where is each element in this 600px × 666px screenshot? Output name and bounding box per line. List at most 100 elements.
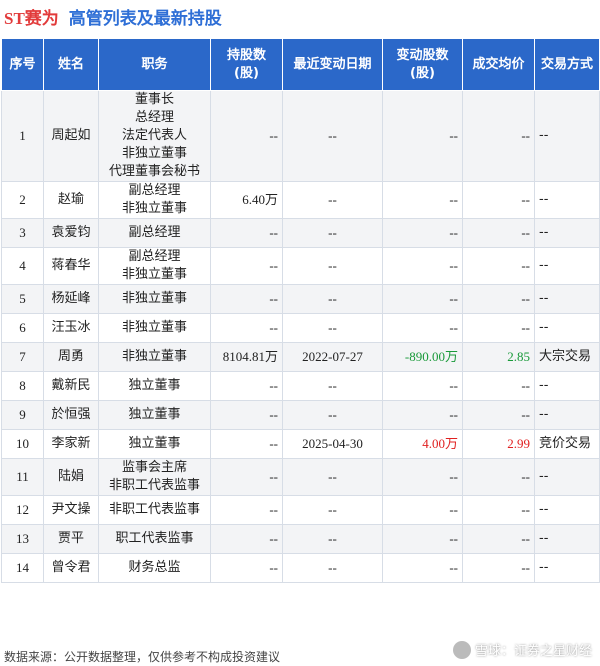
last-change-date: -- [282, 247, 383, 285]
executive-role: 独立董事 [98, 429, 211, 459]
executive-role: 独立董事 [98, 400, 211, 430]
shares-changed: -- [382, 181, 463, 219]
row-index: 8 [1, 371, 44, 401]
shares-held: -- [210, 553, 283, 583]
shares-changed: 4.00万 [382, 429, 463, 459]
table-row: 10 李家新 独立董事 -- 2025-04-30 4.00万 2.99 竞价交易 [1, 429, 600, 459]
shares-held: -- [210, 429, 283, 459]
trade-mode: -- [534, 371, 600, 401]
row-index: 12 [1, 495, 44, 525]
executive-name: 曾令君 [43, 553, 99, 583]
snowball-logo-icon [452, 640, 471, 659]
executive-role: 监事会主席 非职工代表监事 [98, 458, 211, 496]
title-bar: ST赛为 高管列表及最新持股 [0, 0, 600, 32]
trade-mode: -- [534, 218, 600, 248]
avg-price: -- [462, 553, 535, 583]
table-row: 3 袁爱钧 副总经理 -- -- -- -- -- [1, 218, 600, 248]
avg-price: 2.85 [462, 342, 535, 372]
trade-mode: 大宗交易 [534, 342, 600, 372]
executive-role: 独立董事 [98, 371, 211, 401]
avg-price: -- [462, 90, 535, 182]
table-header-row: 序号 姓名 职务 持股数 (股) 最近变动日期 变动股数 (股) 成交均价 交易方式 [1, 38, 600, 91]
shares-held: -- [210, 218, 283, 248]
column-header: 最近变动日期 [282, 38, 383, 91]
executive-role: 财务总监 [98, 553, 211, 583]
executive-name: 於恒强 [43, 400, 99, 430]
row-index: 14 [1, 553, 44, 583]
avg-price: -- [462, 458, 535, 496]
shares-held: -- [210, 495, 283, 525]
last-change-date: -- [282, 458, 383, 496]
executive-name: 贾平 [43, 524, 99, 554]
shares-changed: -890.00万 [382, 342, 463, 372]
avg-price: 2.99 [462, 429, 535, 459]
table-row: 2 赵瑜 副总经理 非独立董事 6.40万 -- -- -- -- [1, 181, 600, 219]
brand-label: 雪球：证券之星财经 [474, 644, 592, 659]
executive-role: 副总经理 [98, 218, 211, 248]
table-row: 12 尹文操 非职工代表监事 -- -- -- -- -- [1, 495, 600, 525]
avg-price: -- [462, 218, 535, 248]
avg-price: -- [462, 400, 535, 430]
last-change-date: -- [282, 400, 383, 430]
stock-name: ST赛为 [4, 8, 59, 28]
shares-changed: -- [382, 284, 463, 314]
row-index: 10 [1, 429, 44, 459]
executives-table: 序号 姓名 职务 持股数 (股) 最近变动日期 变动股数 (股) 成交均价 交易方式 1 周起如… [1, 38, 600, 583]
trade-mode: 竞价交易 [534, 429, 600, 459]
shares-changed: -- [382, 553, 463, 583]
trade-mode: -- [534, 458, 600, 496]
last-change-date: -- [282, 524, 383, 554]
trade-mode: -- [534, 313, 600, 343]
last-change-date: -- [282, 284, 383, 314]
row-index: 11 [1, 458, 44, 496]
column-header: 序号 [1, 38, 44, 91]
shares-held: 8104.81万 [210, 342, 283, 372]
table-row: 5 杨延峰 非独立董事 -- -- -- -- -- [1, 284, 600, 314]
shares-changed: -- [382, 458, 463, 496]
executive-name: 陆娟 [43, 458, 99, 496]
executive-role: 非独立董事 [98, 284, 211, 314]
shares-changed: -- [382, 90, 463, 182]
shares-held: -- [210, 284, 283, 314]
trade-mode: -- [534, 495, 600, 525]
trade-mode: -- [534, 247, 600, 285]
column-header: 变动股数 (股) [382, 38, 463, 91]
brand-badge: 雪球：证券之星财经 [452, 640, 592, 659]
shares-held: -- [210, 313, 283, 343]
avg-price: -- [462, 247, 535, 285]
row-index: 7 [1, 342, 44, 372]
executive-role: 副总经理 非独立董事 [98, 247, 211, 285]
table-row: 11 陆娟 监事会主席 非职工代表监事 -- -- -- -- -- [1, 458, 600, 496]
data-source-note: 数据来源：公开数据整理，仅供参考不构成投资建议 [4, 650, 281, 664]
shares-held: -- [210, 400, 283, 430]
avg-price: -- [462, 371, 535, 401]
last-change-date: -- [282, 495, 383, 525]
avg-price: -- [462, 181, 535, 219]
table-row: 9 於恒强 独立董事 -- -- -- -- -- [1, 400, 600, 430]
shares-held: 6.40万 [210, 181, 283, 219]
trade-mode: -- [534, 553, 600, 583]
executive-role: 副总经理 非独立董事 [98, 181, 211, 219]
executive-name: 蒋春华 [43, 247, 99, 285]
avg-price: -- [462, 284, 535, 314]
executive-name: 汪玉冰 [43, 313, 99, 343]
executive-name: 赵瑜 [43, 181, 99, 219]
column-header: 成交均价 [462, 38, 535, 91]
trade-mode: -- [534, 181, 600, 219]
trade-mode: -- [534, 524, 600, 554]
shares-changed: -- [382, 313, 463, 343]
executive-role: 非职工代表监事 [98, 495, 211, 525]
last-change-date: 2022-07-27 [282, 342, 383, 372]
shares-held: -- [210, 524, 283, 554]
shares-held: -- [210, 90, 283, 182]
shares-changed: -- [382, 218, 463, 248]
last-change-date: -- [282, 218, 383, 248]
executive-role: 非独立董事 [98, 313, 211, 343]
executive-name: 周勇 [43, 342, 99, 372]
last-change-date: -- [282, 313, 383, 343]
trade-mode: -- [534, 90, 600, 182]
table-row: 1 周起如 董事长 总经理 法定代表人 非独立董事 代理董事会秘书 -- -- -- -- -… [1, 90, 600, 182]
shares-held: -- [210, 458, 283, 496]
row-index: 13 [1, 524, 44, 554]
shares-changed: -- [382, 495, 463, 525]
